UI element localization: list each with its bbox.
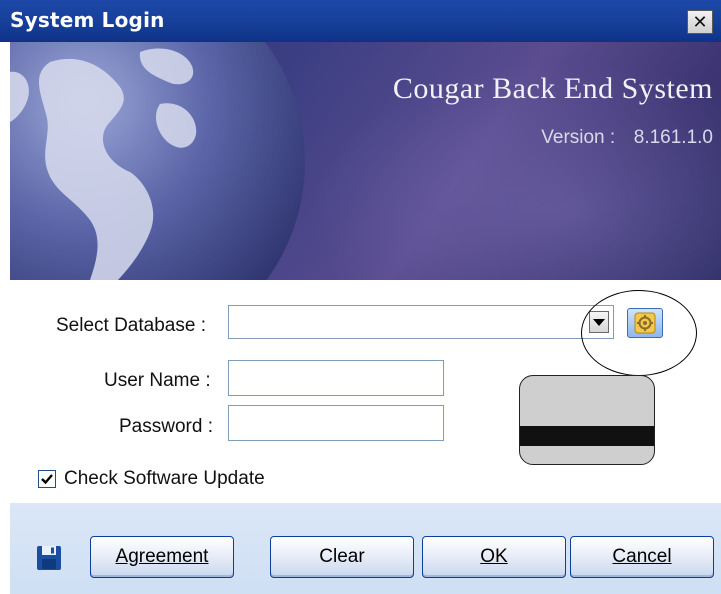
close-icon: ✕ xyxy=(692,11,708,33)
clear-button-label: Clear xyxy=(319,546,365,567)
window-title: System Login xyxy=(10,8,165,32)
title-bar: System Login ✕ xyxy=(0,0,721,42)
highlight-annotation-circle xyxy=(581,290,697,376)
password-input[interactable] xyxy=(229,406,443,440)
ok-button-label: OK xyxy=(480,546,508,567)
cancel-button[interactable]: Cancel xyxy=(570,536,714,578)
password-label: Password : xyxy=(119,416,213,437)
cancel-button-label: Cancel xyxy=(612,546,672,567)
username-label: User Name : xyxy=(104,370,211,391)
agreement-button[interactable]: Agreement xyxy=(90,536,234,578)
card-magnetic-stripe xyxy=(520,426,654,446)
close-button[interactable]: ✕ xyxy=(687,10,713,34)
username-input[interactable] xyxy=(229,361,443,395)
agreement-button-label: Agreement xyxy=(115,546,209,567)
password-field[interactable] xyxy=(228,405,444,441)
username-field[interactable] xyxy=(228,360,444,396)
card-reader-icon xyxy=(519,375,655,465)
database-select-value[interactable] xyxy=(229,306,613,338)
clear-button[interactable]: Clear xyxy=(270,536,414,578)
header-banner: Cougar Back End System Version : 8.161.1… xyxy=(10,42,721,280)
app-title: Cougar Back End System xyxy=(392,72,713,105)
version-value: 8.161.1.0 xyxy=(633,127,713,148)
database-select[interactable] xyxy=(228,305,614,339)
check-update-label[interactable]: Check Software Update xyxy=(64,468,265,490)
version-label: Version : xyxy=(541,127,616,148)
ok-button[interactable]: OK xyxy=(422,536,566,578)
version-info: Version : 8.161.1.0 xyxy=(541,127,713,149)
check-update-checkbox[interactable] xyxy=(38,470,56,488)
checkmark-icon xyxy=(41,474,53,485)
save-disk-icon[interactable] xyxy=(36,545,62,571)
database-label: Select Database : xyxy=(56,315,206,336)
